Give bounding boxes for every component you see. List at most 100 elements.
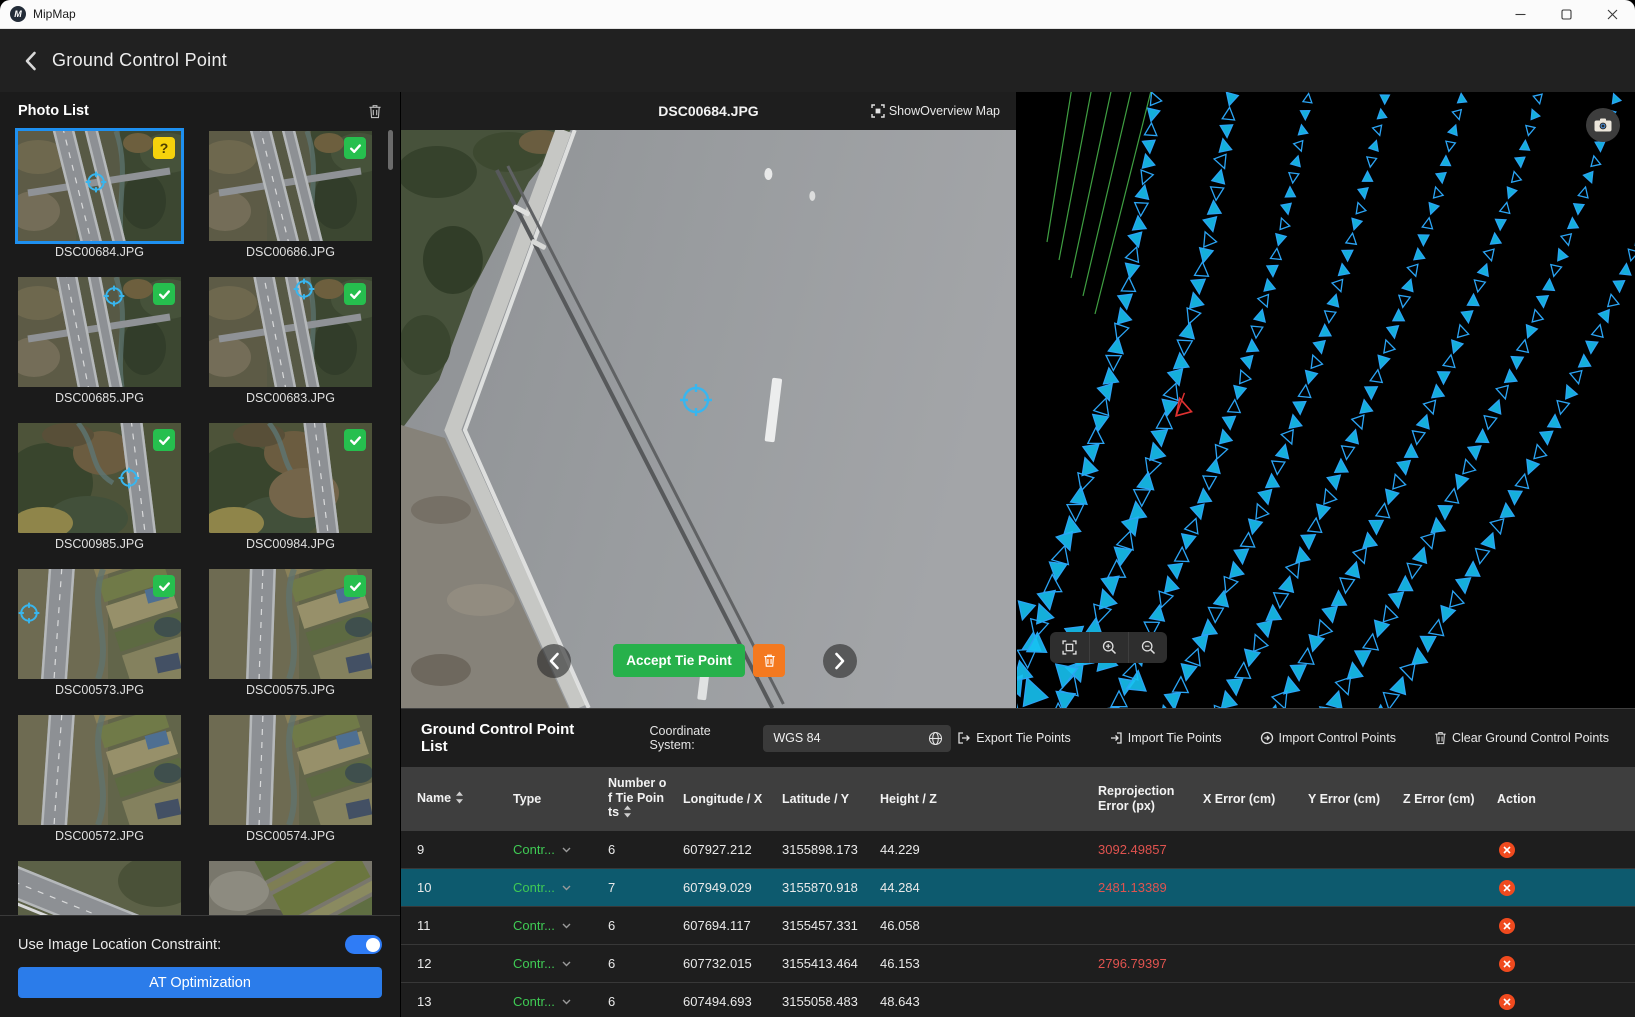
app-title: MipMap (33, 7, 76, 21)
column-header-y-error-cm-: Y Error (cm) (1308, 792, 1403, 807)
gcp-table-row[interactable]: 11Contr...6607694.1173155457.33146.058 (401, 907, 1635, 945)
cell-reprojection-error: 2796.79397 (1098, 956, 1203, 971)
photo-filename: DSC00573.JPG (18, 683, 181, 697)
gcp-table: NameTypeNumber of Tie Points Longitude / … (401, 767, 1635, 1017)
column-header-longitude-x: Longitude / X (683, 792, 782, 807)
photo-filename: DSC00683.JPG (209, 391, 372, 405)
column-header-number-of-tie-points[interactable]: Number of Tie Points (608, 776, 668, 822)
column-header-latitude-y: Latitude / Y (782, 792, 880, 807)
zoom-out-button[interactable] (1128, 632, 1167, 663)
photo-list-scrollbar[interactable] (388, 130, 393, 170)
cell-name: 13 (417, 994, 513, 1009)
photo-thumbnail[interactable]: ?DSC00684.JPG (18, 131, 181, 259)
accepted-badge-icon (344, 137, 366, 159)
close-button[interactable] (1589, 0, 1635, 28)
photo-thumbnail[interactable]: DSC00984.JPG (209, 423, 372, 551)
3d-camera-view[interactable] (1017, 92, 1635, 708)
type-dropdown[interactable]: Contr... (513, 842, 571, 857)
chevron-down-icon (562, 961, 571, 967)
at-optimization-button[interactable]: AT Optimization (18, 967, 382, 998)
column-header-type: Type (513, 792, 608, 807)
sort-icon (455, 791, 464, 808)
trash-icon (1434, 731, 1447, 745)
photo-canvas[interactable]: Accept Tie Point (401, 130, 1016, 708)
coordinate-system-select[interactable]: WGS 84 (763, 725, 951, 752)
delete-gcp-button[interactable] (1499, 918, 1515, 934)
zoom-in-button[interactable] (1089, 632, 1128, 663)
minimize-button[interactable] (1497, 0, 1543, 28)
accept-tie-point-button[interactable]: Accept Tie Point (613, 644, 745, 677)
fit-view-button[interactable] (1050, 632, 1089, 663)
next-photo-button[interactable] (823, 644, 857, 678)
cell-height: 46.058 (880, 918, 1098, 933)
cell-reprojection-error: 3092.49857 (1098, 842, 1203, 857)
photo-filename: DSC00575.JPG (209, 683, 372, 697)
cell-latitude: 3155870.918 (782, 880, 880, 895)
page-header: Ground Control Point (0, 29, 1635, 92)
photo-list-sidebar: Photo List ?DSC00684.JPG (0, 92, 401, 1017)
gcp-table-header: NameTypeNumber of Tie Points Longitude / … (401, 767, 1635, 831)
photo-thumbnail[interactable] (18, 861, 181, 915)
camera-view-button[interactable] (1586, 108, 1620, 142)
column-header-action: Action (1497, 792, 1635, 807)
question-badge-icon: ? (153, 137, 175, 159)
cell-name: 9 (417, 842, 513, 857)
gcp-table-row[interactable]: 12Contr...6607732.0153155413.46446.15327… (401, 945, 1635, 983)
delete-gcp-button[interactable] (1499, 994, 1515, 1010)
gcp-list-title: Ground Control Point List (421, 721, 598, 755)
delete-gcp-button[interactable] (1499, 880, 1515, 896)
use-image-location-toggle[interactable] (345, 935, 382, 954)
photo-thumbnail[interactable]: DSC00575.JPG (209, 569, 372, 697)
tie-point-marker-icon (103, 285, 125, 307)
cell-name: 11 (417, 918, 513, 933)
type-dropdown[interactable]: Contr... (513, 994, 571, 1009)
previous-photo-button[interactable] (537, 644, 571, 678)
back-button[interactable] (24, 51, 37, 71)
export-tie-points-button[interactable]: Export Tie Points (951, 730, 1077, 746)
cell-type: Contr... (513, 880, 608, 895)
cell-longitude: 607494.693 (683, 994, 782, 1009)
photo-thumbnail[interactable]: DSC00686.JPG (209, 131, 372, 259)
crosshair-icon (679, 383, 713, 417)
photo-thumbnail[interactable]: DSC00985.JPG (18, 423, 181, 551)
delete-tie-point-button[interactable] (753, 644, 785, 677)
show-overview-map-button[interactable]: ShowOverview Map (865, 103, 1006, 119)
photo-thumbnail[interactable] (209, 861, 372, 915)
photo-thumbnail[interactable]: DSC00574.JPG (209, 715, 372, 843)
import-control-points-button[interactable]: Import Control Points (1254, 730, 1402, 746)
photo-thumbnail[interactable]: DSC00572.JPG (18, 715, 181, 843)
chevron-down-icon (562, 885, 571, 891)
gcp-table-row[interactable]: 13Contr...6607494.6933155058.48348.643 (401, 983, 1635, 1017)
clear-ground-control-points-button[interactable]: Clear Ground Control Points (1428, 730, 1615, 746)
photo-filename: DSC00985.JPG (18, 537, 181, 551)
zoom-in-icon (1102, 640, 1117, 655)
cell-longitude: 607732.015 (683, 956, 782, 971)
type-dropdown[interactable]: Contr... (513, 918, 571, 933)
type-dropdown[interactable]: Contr... (513, 880, 571, 895)
gcp-table-body: 9Contr...6607927.2123155898.17344.229309… (401, 831, 1635, 1017)
photo-thumbnail[interactable]: DSC00573.JPG (18, 569, 181, 697)
column-header-reprojection-error-px-: Reprojection Error (px) (1098, 784, 1203, 814)
gcp-table-row[interactable]: 9Contr...6607927.2123155898.17344.229309… (401, 831, 1635, 869)
photo-thumbnail[interactable]: DSC00685.JPG (18, 277, 181, 405)
delete-gcp-button[interactable] (1499, 842, 1515, 858)
photo-thumbnail[interactable]: DSC00683.JPG (209, 277, 372, 405)
aerial-photo (401, 130, 1016, 708)
cell-latitude: 3155457.331 (782, 918, 880, 933)
type-dropdown[interactable]: Contr... (513, 956, 571, 971)
cell-action (1497, 994, 1635, 1010)
photo-list-title: Photo List (18, 103, 89, 119)
maximize-button[interactable] (1543, 0, 1589, 28)
column-header-name[interactable]: Name (417, 791, 513, 808)
gcp-table-row[interactable]: 10Contr...7607949.0293155870.91844.28424… (401, 869, 1635, 907)
cell-name: 10 (417, 880, 513, 895)
camera-icon (1594, 118, 1612, 132)
import-icon (1109, 731, 1123, 745)
tie-point-marker-icon (18, 602, 40, 624)
mipmap-window: M MipMap Ground Control Point Photo List (0, 0, 1635, 1017)
delete-gcp-button[interactable] (1499, 956, 1515, 972)
chevron-down-icon (562, 923, 571, 929)
close-icon (1503, 998, 1511, 1006)
clear-photos-button[interactable] (368, 104, 382, 119)
import-tie-points-button[interactable]: Import Tie Points (1103, 730, 1228, 746)
